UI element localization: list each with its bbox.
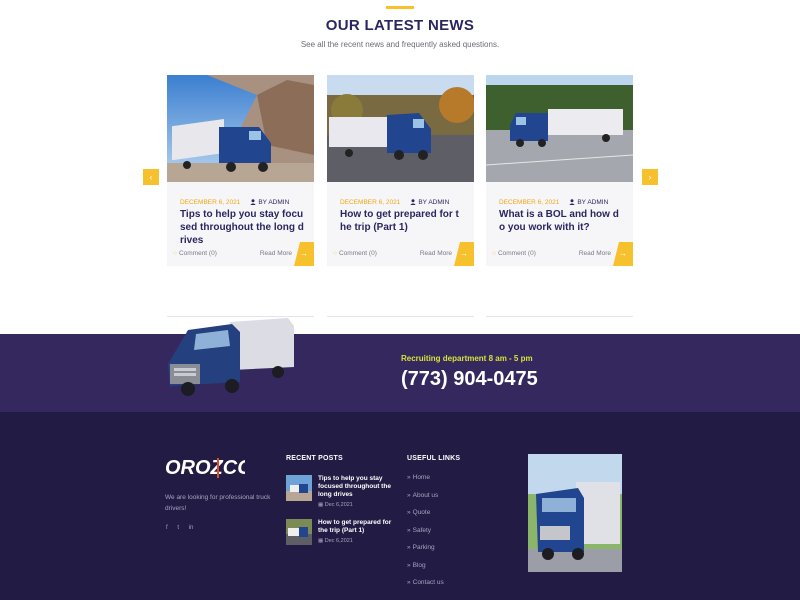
footer-link-safety[interactable]: » Safety (407, 527, 444, 545)
comment-icon: ○ (492, 250, 496, 257)
chevron-right-icon: » (407, 544, 411, 551)
recent-post-thumbnail[interactable] (286, 475, 312, 501)
footer-truck-photo (528, 454, 622, 572)
post-author: BY ADMIN (258, 199, 290, 206)
news-card-title[interactable]: How to get prepared for the trip (Part 1… (340, 208, 464, 234)
news-card-title[interactable]: What is a BOL and how do you work with i… (499, 208, 623, 234)
chevron-right-icon: » (407, 579, 411, 586)
post-date: DECEMBER 6, 2021 (499, 199, 560, 206)
news-card-image[interactable] (327, 75, 474, 182)
recent-post-title[interactable]: How to get prepared for the trip (Part 1… (318, 519, 398, 535)
chevron-right-icon: » (407, 491, 411, 499)
recruiting-phone[interactable]: (773) 904-0475 (401, 368, 538, 391)
site-footer: OROZCO We are looking for professional t… (0, 412, 800, 600)
recent-post-date: ▦ Dec 6,2021 (318, 538, 353, 544)
footer-link-contact[interactable]: » Contact us (407, 579, 444, 597)
news-card[interactable]: DECEMBER 6, 2021 BY ADMIN How to get prep… (327, 75, 474, 317)
news-section: OUR LATEST NEWS See all the recent news … (0, 0, 800, 334)
user-icon (250, 199, 257, 205)
arrow-right-icon: → (460, 249, 468, 258)
comment-icon: ○ (173, 250, 177, 257)
recent-post-title[interactable]: Tips to help you stay focused throughout… (318, 475, 398, 499)
recent-post-date: ▦ Dec 6,2021 (318, 502, 353, 508)
footer-link-about[interactable]: » About us (407, 492, 444, 510)
arrow-right-icon: → (300, 249, 308, 258)
logo-wordmark: OROZCO (165, 457, 245, 479)
carousel-prev-button[interactable]: ‹ (143, 169, 159, 185)
read-more-link[interactable]: Read More (260, 250, 292, 257)
recruiting-banner: Recruiting department 8 am - 5 pm (773) … (0, 318, 800, 412)
post-date: DECEMBER 6, 2021 (180, 199, 241, 206)
social-links: f t in (166, 525, 201, 531)
news-card-meta: DECEMBER 6, 2021 BY ADMIN (180, 199, 289, 206)
linkedin-icon[interactable]: in (189, 525, 194, 531)
truck-image (168, 318, 294, 396)
arrow-right-icon: → (619, 249, 627, 258)
read-more-link[interactable]: Read More (420, 250, 452, 257)
twitter-icon[interactable]: t (177, 525, 179, 531)
footer-link-quote[interactable]: » Quote (407, 509, 444, 527)
calendar-icon: ▦ (318, 538, 325, 544)
user-icon (410, 199, 417, 205)
news-card-image[interactable] (486, 75, 633, 182)
calendar-icon: ▦ (318, 502, 325, 508)
post-author: BY ADMIN (577, 199, 609, 206)
user-icon (569, 199, 576, 205)
post-date: DECEMBER 6, 2021 (340, 199, 401, 206)
chevron-right-icon: › (648, 172, 652, 182)
chevron-left-icon: ‹ (149, 172, 153, 182)
news-card-image[interactable] (167, 75, 314, 182)
useful-links-list: » Home » About us » Quote » Safety » Parking … (407, 474, 444, 597)
footer-link-home[interactable]: » Home (407, 474, 444, 492)
footer-link-parking[interactable]: » Parking (407, 544, 444, 562)
site-logo[interactable]: OROZCO (165, 454, 253, 487)
news-card-meta: DECEMBER 6, 2021 BY ADMIN (340, 199, 449, 206)
chevron-right-icon: » (407, 526, 411, 534)
comment-count[interactable]: ○ Comment (0) (173, 250, 217, 257)
chevron-right-icon: » (407, 509, 411, 516)
comment-label: Comment (0) (338, 250, 377, 257)
comment-count[interactable]: ○ Comment (0) (492, 250, 536, 257)
card-divider (327, 316, 474, 317)
section-title: OUR LATEST NEWS (325, 17, 475, 34)
facebook-icon[interactable]: f (166, 525, 168, 531)
recent-post-thumbnail[interactable] (286, 519, 312, 545)
footer-link-blog[interactable]: » Blog (407, 562, 444, 580)
footer-about-text: We are looking for professional truck dr… (165, 494, 271, 512)
comment-icon: ○ (333, 250, 337, 257)
news-card-title[interactable]: Tips to help you stay focused throughout… (180, 208, 304, 247)
chevron-right-icon: » (407, 561, 411, 569)
read-more-button[interactable]: → (454, 242, 474, 266)
useful-links-heading: USEFUL LINKS (407, 455, 461, 462)
recent-posts-heading: RECENT POSTS (286, 455, 343, 462)
title-accent-bar (386, 6, 414, 9)
recruiting-hours: Recruiting department 8 am - 5 pm (401, 354, 533, 363)
comment-label: Comment (0) (497, 250, 536, 257)
carousel-next-button[interactable]: › (642, 169, 658, 185)
comment-count[interactable]: ○ Comment (0) (333, 250, 377, 257)
chevron-right-icon: » (407, 474, 411, 481)
news-card-meta: DECEMBER 6, 2021 BY ADMIN (499, 199, 608, 206)
card-divider (486, 316, 633, 317)
read-more-link[interactable]: Read More (579, 250, 611, 257)
comment-label: Comment (0) (178, 250, 217, 257)
news-card[interactable]: DECEMBER 6, 2021 BY ADMIN Tips to help yo… (167, 75, 314, 317)
post-author: BY ADMIN (418, 199, 450, 206)
section-subtitle: See all the recent news and frequently a… (300, 40, 500, 49)
news-card[interactable]: DECEMBER 6, 2021 BY ADMIN What is a BOL a… (486, 75, 633, 317)
read-more-button[interactable]: → (613, 242, 633, 266)
